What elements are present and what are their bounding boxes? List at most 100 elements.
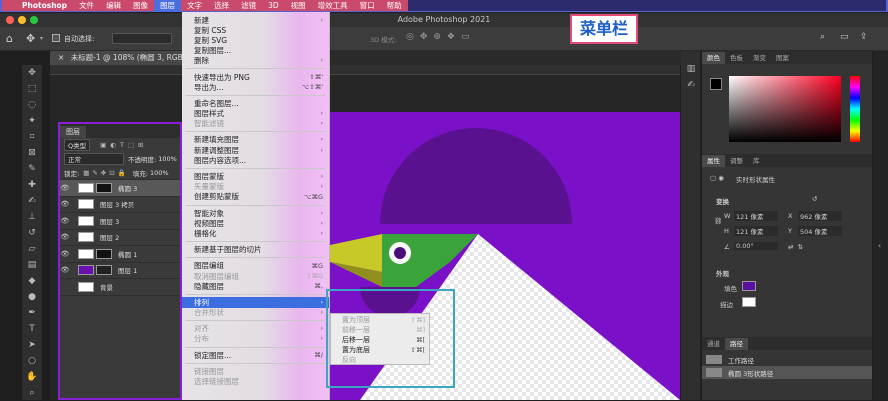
blur-tool-icon[interactable]: ◆: [22, 273, 42, 289]
brush-settings-icon[interactable]: ✍: [681, 77, 701, 93]
layer-menu-item[interactable]: 栅格化 ›: [182, 228, 329, 238]
search-icon[interactable]: ⌕: [820, 32, 825, 42]
tab-gradients[interactable]: 渐变: [748, 52, 771, 64]
layer-row-layer3[interactable]: 👁 图层 3: [60, 213, 180, 230]
menu-plugins[interactable]: 增效工具: [312, 0, 354, 12]
layer-menu-item[interactable]: 排列 ›: [182, 297, 329, 308]
document-close-icon[interactable]: ×: [58, 53, 64, 62]
layer-menu-item[interactable]: 图层样式 ›: [182, 109, 329, 119]
layer-menu-item[interactable]: 锁定图层... ⌘/: [182, 350, 329, 360]
layer-menu-item[interactable]: 图层内容选项...: [182, 155, 329, 165]
auto-select-checkbox[interactable]: [52, 34, 60, 42]
opacity-value[interactable]: 100%: [158, 155, 177, 163]
layer-menu-item[interactable]: 复制 SVG: [182, 35, 329, 45]
layer-menu-item[interactable]: 智能对象 ›: [182, 208, 329, 218]
flip-icons[interactable]: ⇄⇅: [788, 243, 807, 251]
visibility-eye-icon[interactable]: 👁: [60, 217, 70, 225]
hue-slider[interactable]: [850, 76, 860, 142]
magic-wand-icon[interactable]: ✦: [22, 113, 42, 129]
layer-menu-item[interactable]: 重命名图层...: [182, 98, 329, 108]
stamp-tool-icon[interactable]: ⊥: [22, 209, 42, 225]
history-brush-icon[interactable]: ↺: [22, 225, 42, 241]
menu-image[interactable]: 图像: [127, 0, 154, 12]
path-row-work[interactable]: 工作路径: [702, 353, 872, 366]
path-row-ellipse3[interactable]: 椭圆 3形状路径: [702, 366, 872, 379]
right-edge-collapse[interactable]: ‹: [873, 51, 888, 400]
zoom-window-button[interactable]: [30, 16, 38, 24]
minimize-window-button[interactable]: [18, 16, 26, 24]
reset-transform-icon[interactable]: ↺: [812, 195, 817, 203]
lasso-tool-icon[interactable]: ◌: [22, 97, 42, 113]
eyedropper-icon[interactable]: ✎: [22, 161, 42, 177]
menu-view[interactable]: 视图: [285, 0, 312, 12]
h-field[interactable]: 121 像素: [734, 226, 778, 236]
lock-icons[interactable]: ▦✎✥⊡🔒: [83, 169, 129, 177]
color-field[interactable]: [729, 76, 841, 142]
menu-type[interactable]: 文字: [181, 0, 208, 12]
tab-paths[interactable]: 路径: [725, 338, 748, 350]
layer-menu-item[interactable]: 隐藏图层 ⌘,: [182, 281, 329, 291]
tab-patterns[interactable]: 图案: [771, 52, 794, 64]
3d-mode-icons[interactable]: ◎✥⊕❖▭: [406, 32, 476, 42]
frame-tool-icon[interactable]: ⊠: [22, 145, 42, 161]
layer-menu-item[interactable]: 删除 ›: [182, 56, 329, 66]
layer-menu-item[interactable]: 快速导出为 PNG ⇧⌘': [182, 72, 329, 82]
menu-photoshop[interactable]: Photoshop: [16, 0, 73, 12]
healing-brush-icon[interactable]: ✚: [22, 177, 42, 193]
layer-menu-item[interactable]: 图层编组 ⌘G: [182, 261, 329, 271]
menu-select[interactable]: 选择: [208, 0, 235, 12]
layer-menu-item[interactable]: 视频图层 ›: [182, 218, 329, 228]
menu-file[interactable]: 文件: [73, 0, 100, 12]
link-dimensions-icon[interactable]: ⛓: [714, 217, 722, 225]
history-panel-icon[interactable]: ▥: [681, 61, 701, 77]
angle-field[interactable]: 0.00°: [734, 242, 778, 250]
tab-color[interactable]: 颜色: [702, 52, 725, 64]
tab-channels[interactable]: 通道: [702, 338, 725, 350]
layer-menu-item[interactable]: 图层蒙版 ›: [182, 171, 329, 181]
menu-layer[interactable]: 图层: [154, 0, 182, 12]
zoom-tool-icon[interactable]: ⌕: [22, 385, 42, 401]
shape-tool-icon[interactable]: ○: [22, 353, 42, 369]
type-tool-icon[interactable]: T: [22, 321, 42, 337]
blend-mode-dropdown[interactable]: 正常: [64, 153, 124, 165]
gradient-tool-icon[interactable]: ▤: [22, 257, 42, 273]
arrange-submenu-item[interactable]: 置为底层 ⇧⌘[: [331, 345, 429, 355]
w-field[interactable]: 121 像素: [734, 211, 778, 221]
layer-menu-item[interactable]: 新建基于图层的切片: [182, 245, 329, 255]
pen-tool-icon[interactable]: ✒: [22, 305, 42, 321]
menu-window[interactable]: 窗口: [354, 0, 381, 12]
x-field[interactable]: 962 像素: [798, 211, 842, 221]
stroke-none-swatch[interactable]: [742, 297, 756, 307]
arrange-submenu-item[interactable]: 后移一层 ⌘[: [331, 335, 429, 345]
layer-menu-item[interactable]: 复制 CSS: [182, 25, 329, 35]
marquee-tool-icon[interactable]: ⬚: [22, 81, 42, 97]
menu-help[interactable]: 帮助: [381, 0, 408, 12]
layer-row-layer2[interactable]: 👁 图层 2: [60, 230, 180, 246]
brush-tool-icon[interactable]: ✍: [22, 193, 42, 209]
layer-row-ellipse1[interactable]: 👁 椭圆 1: [60, 246, 180, 263]
y-field[interactable]: 504 像素: [798, 226, 842, 236]
layer-menu-item[interactable]: 新建填充图层 ›: [182, 135, 329, 145]
eraser-tool-icon[interactable]: ▱: [22, 241, 42, 257]
auto-select-target-dropdown[interactable]: [112, 33, 172, 44]
move-tool-icon[interactable]: ✥: [26, 32, 35, 45]
menu-edit[interactable]: 编辑: [100, 0, 127, 12]
crop-tool-icon[interactable]: ⌗: [22, 129, 42, 145]
layer-row-ellipse3[interactable]: 👁 椭圆 3: [60, 180, 180, 197]
tab-adjustments[interactable]: 调整: [725, 155, 748, 167]
layers-tab[interactable]: 图层: [60, 126, 86, 138]
visibility-eye-icon[interactable]: 👁: [60, 184, 70, 192]
layer-filter-icons[interactable]: ▣◐T⬚⊞: [100, 141, 147, 149]
hand-tool-icon[interactable]: ✋: [22, 369, 42, 385]
layer-row-layer3-copy[interactable]: 👁 图层 3 拷贝: [60, 197, 180, 213]
menu-3d[interactable]: 3D: [262, 0, 285, 12]
layer-menu-item[interactable]: 导出为... ⌥⇧⌘': [182, 82, 329, 92]
close-window-button[interactable]: [6, 16, 14, 24]
visibility-eye-icon[interactable]: 👁: [60, 233, 70, 241]
tool-preset-dropdown[interactable]: ▾: [40, 35, 43, 42]
chevron-left-icon[interactable]: ‹: [878, 241, 881, 250]
layer-menu-item[interactable]: 新建 ›: [182, 15, 329, 25]
path-select-icon[interactable]: ➤: [22, 337, 42, 353]
layer-row-layer1[interactable]: 👁 图层 1: [60, 263, 180, 279]
tab-properties[interactable]: 属性: [702, 155, 725, 167]
